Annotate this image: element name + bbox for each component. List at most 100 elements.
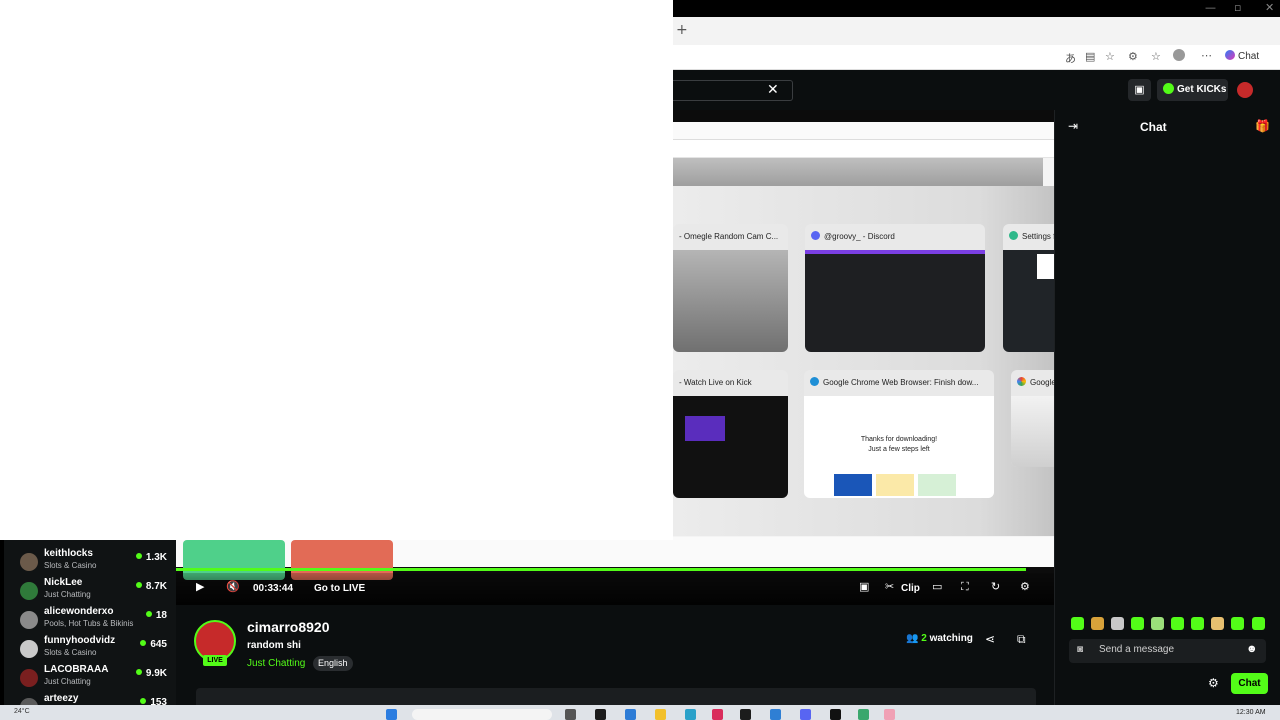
kick-thumb-video [685, 416, 725, 441]
chat-input-placeholder: Send a message [1099, 644, 1175, 655]
edge-taskbar-icon[interactable] [625, 709, 636, 720]
collapse-chat-icon[interactable]: ⇥ [1068, 119, 1078, 133]
taskbar-app-icon[interactable] [595, 709, 606, 720]
sidebar-channel[interactable]: arteezy 153 [20, 693, 175, 705]
theater-mode-icon[interactable]: ▭ [932, 580, 942, 593]
taskbar-app-icon[interactable] [740, 709, 751, 720]
clear-search-icon[interactable]: ✕ [767, 82, 779, 98]
sidebar-channel[interactable]: LACOBRAAA Just Chatting 9.9K [20, 664, 175, 692]
player-settings-icon[interactable]: ⚙ [1020, 580, 1030, 593]
more-icon[interactable]: ⋯ [1201, 49, 1212, 62]
favorite-icon[interactable]: ☆ [1105, 50, 1115, 63]
sidebar-channel[interactable]: keithlocks Slots & Casino 1.3K [20, 548, 175, 576]
switcher-window-title: - Watch Live on Kick [679, 378, 752, 387]
get-kicks-button[interactable]: Get KICKs [1157, 79, 1228, 101]
emote-icon[interactable] [1171, 617, 1184, 630]
new-tab-icon[interactable]: + [676, 22, 688, 38]
viewers-icon: 👥 [906, 633, 919, 644]
clip-icon[interactable]: ✂ [885, 580, 894, 593]
send-chat-button[interactable]: Chat [1231, 673, 1268, 694]
taskbar-app-icon[interactable] [830, 709, 841, 720]
tab-strip: + [673, 17, 1280, 45]
switcher-window-chrome-download[interactable]: Google Chrome Web Browser: Finish dow...… [804, 370, 994, 498]
chat-identity-icon[interactable]: ◙ [1077, 644, 1083, 655]
profile-icon[interactable] [1173, 49, 1185, 61]
channel-avatar [20, 582, 38, 600]
emote-icon[interactable] [1231, 617, 1244, 630]
taskbar-app-icon[interactable] [712, 709, 723, 720]
discord-taskbar-icon[interactable] [800, 709, 811, 720]
switcher-window-title: @groovy_ - Discord [824, 232, 895, 241]
go-to-live-button[interactable]: Go to LIVE [314, 583, 365, 594]
taskbar-app-icon[interactable] [884, 709, 895, 720]
chat-gift-icon[interactable]: 🎁 [1255, 119, 1270, 133]
layout-toggle-button[interactable]: ▣ [1128, 79, 1151, 101]
playback-progress-bar[interactable] [176, 568, 1026, 571]
emote-icon[interactable] [1071, 617, 1084, 630]
start-icon[interactable] [386, 709, 397, 720]
streamer-name[interactable]: cimarro8920 [247, 619, 330, 635]
viewer-count: 18 [146, 610, 167, 621]
reader-icon[interactable]: ▤ [1085, 50, 1095, 63]
sidebar-channel[interactable]: NickLee Just Chatting 8.7K [20, 577, 175, 605]
stream-browser-titlebar [673, 122, 1054, 140]
emote-icon[interactable] [1091, 617, 1104, 630]
language-tag[interactable]: English [313, 656, 353, 671]
weather-widget[interactable]: 24°C [14, 708, 30, 715]
taskbar-app-icon[interactable] [770, 709, 781, 720]
play-icon[interactable]: ▶ [196, 580, 204, 593]
discord-icon [811, 231, 820, 240]
channel-avatar [20, 698, 38, 705]
window-thumbnail: Thanks for downloading! Just a few steps… [804, 396, 994, 498]
switcher-window-discord[interactable]: @groovy_ - Discord [805, 224, 985, 352]
address-bar[interactable]: あ ▤ ☆ ⚙ ☆ ⋯ [673, 45, 1280, 70]
taskbar-search-box[interactable] [412, 709, 552, 720]
viewer-count: 8.7K [136, 581, 167, 592]
emoji-picker-icon[interactable]: ☻ [1246, 643, 1258, 655]
translate-icon[interactable]: あ [1065, 50, 1076, 66]
gift-sub-icon[interactable]: ⧉ [1017, 632, 1026, 647]
layout-icon: ▣ [1134, 84, 1145, 96]
switcher-window-omegle[interactable]: - Omegle Random Cam C... [673, 224, 788, 352]
watching-count: 👥 2 watching [906, 633, 973, 644]
emote-icon[interactable] [1151, 617, 1164, 630]
maximize-icon[interactable]: ▫ [1234, 1, 1241, 14]
copilot-label: Chat [1238, 51, 1260, 62]
emote-icon[interactable] [1211, 617, 1224, 630]
switcher-window-title: Google Chrome Web Browser: Finish dow... [823, 378, 979, 387]
stream-category-link[interactable]: Just Chatting [247, 658, 305, 669]
channel-name: funnyhoodvidz [44, 635, 116, 646]
sidebar-channel[interactable]: alicewonderxo Pools, Hot Tubs & Bikinis … [20, 606, 175, 634]
chrome-thumb-step-1 [834, 474, 872, 496]
task-view-icon[interactable] [565, 709, 576, 720]
close-window-icon[interactable]: ✕ [1265, 1, 1274, 14]
copilot-chat-button[interactable]: Chat [1225, 50, 1259, 62]
emote-icon[interactable] [1111, 617, 1124, 630]
switcher-window-kick[interactable]: - Watch Live on Kick [673, 370, 788, 498]
miniplayer-icon[interactable]: ▣ [859, 580, 869, 593]
mute-icon[interactable]: 🔇 [226, 580, 240, 593]
minimize-icon[interactable]: — [1205, 1, 1216, 14]
favorites-icon[interactable]: ☆ [1151, 50, 1161, 63]
viewer-count: 645 [140, 639, 167, 650]
sidebar-channel[interactable]: funnyhoodvidz Slots & Casino 645 [20, 635, 175, 663]
clip-button[interactable]: Clip [901, 583, 920, 594]
fullscreen-icon[interactable]: ⛶ [961, 580, 969, 594]
chat-settings-icon[interactable]: ⚙ [1208, 676, 1219, 690]
channel-category: Slots & Casino [44, 648, 97, 657]
taskbar-app-icon[interactable] [685, 709, 696, 720]
taskbar-clock[interactable]: 12:30 AM [1236, 709, 1266, 716]
user-avatar[interactable] [1237, 82, 1253, 98]
kicks-coin-icon [1163, 83, 1174, 94]
extensions-icon[interactable]: ⚙ [1128, 50, 1138, 63]
player-controls [176, 573, 1054, 605]
sync-icon[interactable]: ↻ [991, 580, 1000, 593]
emote-icon[interactable] [1191, 617, 1204, 630]
share-icon[interactable]: ⋖ [985, 632, 995, 646]
taskbar-app-icon[interactable] [858, 709, 869, 720]
emote-icon[interactable] [1252, 617, 1265, 630]
file-explorer-icon[interactable] [655, 709, 666, 720]
window-thumbnail [805, 250, 985, 352]
emote-icon[interactable] [1131, 617, 1144, 630]
channel-name: LACOBRAAA [44, 664, 109, 675]
